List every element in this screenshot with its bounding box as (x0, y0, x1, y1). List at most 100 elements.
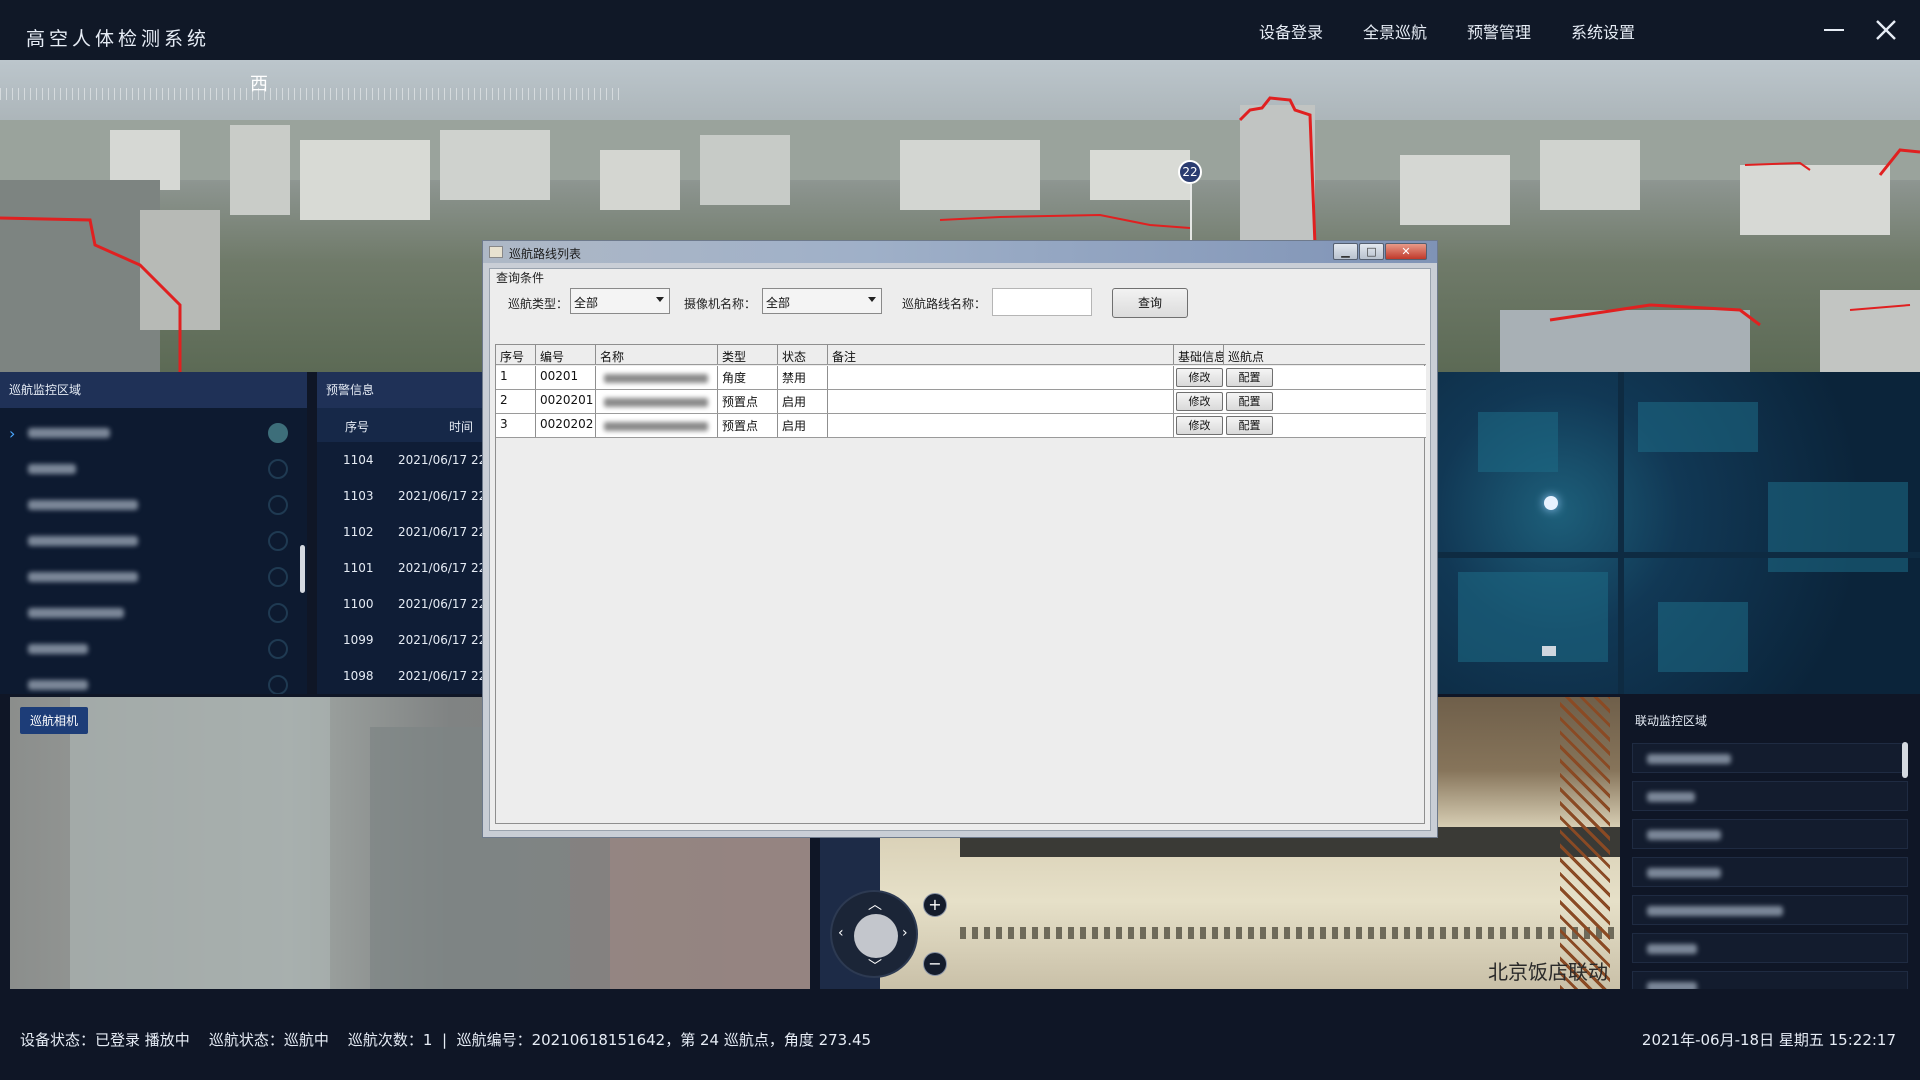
table-row[interactable]: 1 00201 角度 禁用 修改 配置 (496, 366, 1426, 390)
col-seq: 序号 (496, 345, 536, 364)
region-scrollbar[interactable] (300, 545, 305, 593)
ptz-right-icon[interactable]: › (902, 925, 908, 941)
dialog-title-bar[interactable]: 巡航路线列表 ▁ □ ✕ (483, 241, 1437, 263)
minimize-icon[interactable] (1818, 14, 1850, 46)
linkage-item[interactable] (1632, 933, 1908, 963)
col-type: 类型 (718, 345, 778, 364)
region-item[interactable] (0, 486, 307, 522)
row-config-button[interactable]: 配置 (1226, 416, 1273, 435)
linkage-name-redacted (1647, 906, 1783, 916)
camera-location-dot[interactable] (1544, 496, 1558, 510)
region-item[interactable] (0, 450, 307, 486)
linkage-item[interactable] (1632, 819, 1908, 849)
zoom-in-icon[interactable]: + (923, 893, 947, 917)
ptz-up-icon[interactable]: ︿ (868, 894, 882, 914)
row-edit-button[interactable]: 修改 (1176, 368, 1223, 387)
region-radio[interactable] (268, 567, 288, 587)
app-root: 高空人体检测系统 设备登录 全景巡航 预警管理 系统设置 西 22 巡航监控区域… (0, 0, 1920, 1080)
map-block (1458, 572, 1608, 662)
region-item[interactable] (0, 522, 307, 558)
region-name-redacted (28, 500, 138, 510)
dialog-close-button[interactable]: ✕ (1385, 243, 1427, 260)
alert-id: 1103 (343, 489, 374, 503)
ptz-knob[interactable] (854, 914, 898, 958)
map-view[interactable] (1438, 372, 1920, 694)
col-patrol-point: 巡航点 (1228, 350, 1265, 364)
region-item[interactable] (0, 630, 307, 666)
row-config-button[interactable]: 配置 (1226, 368, 1273, 387)
search-button[interactable]: 查询 (1112, 288, 1188, 318)
linkage-scrollbar[interactable] (1902, 742, 1908, 778)
app-title: 高空人体检测系统 (26, 28, 211, 50)
linkage-item[interactable] (1632, 743, 1908, 773)
video-caption: 北京饭店联动 (1488, 960, 1608, 984)
patrol-type-select[interactable]: 全部 (570, 288, 670, 314)
nav-alert-management[interactable]: 预警管理 (1467, 19, 1531, 43)
ptz-down-icon[interactable]: ﹀ (868, 956, 882, 976)
alert-row[interactable]: 1100 2021/06/17 22 (317, 586, 487, 622)
region-radio[interactable] (268, 423, 288, 443)
region-radio[interactable] (268, 639, 288, 659)
region-name-redacted (28, 572, 138, 582)
alert-row[interactable]: 1101 2021/06/17 22 (317, 550, 487, 586)
region-radio[interactable] (268, 459, 288, 479)
patrol-region-title: 巡航监控区域 (0, 372, 307, 408)
row-edit-button[interactable]: 修改 (1176, 392, 1223, 411)
table-row[interactable]: 2 0020201 预置点 启用 修改 配置 (496, 390, 1426, 414)
region-radio[interactable] (268, 603, 288, 623)
alert-row[interactable]: 1103 2021/06/17 22 (317, 478, 487, 514)
linkage-item[interactable] (1632, 971, 1908, 989)
alert-time: 2021/06/17 22 (398, 669, 487, 683)
linkage-region-panel: 联动监控区域 (1620, 697, 1920, 989)
close-icon[interactable] (1870, 14, 1902, 46)
zoom-out-icon[interactable]: − (923, 952, 947, 976)
region-item[interactable] (0, 558, 307, 594)
alert-time: 2021/06/17 22 (398, 633, 487, 647)
alert-table-header: 序号 时间 (317, 408, 487, 442)
video-building (70, 697, 330, 989)
region-radio[interactable] (268, 675, 288, 694)
nav-panorama-patrol[interactable]: 全景巡航 (1363, 19, 1427, 43)
camera-name-select[interactable]: 全部 (762, 288, 882, 314)
row-code: 0020202 (536, 414, 596, 437)
region-radio[interactable] (268, 495, 288, 515)
region-name-redacted (28, 536, 138, 546)
map-road (1438, 552, 1920, 558)
status-bar: 设备状态：已登录 播放中 巡航状态：巡航中 巡航次数：1 | 巡航编号：2021… (0, 989, 1920, 1080)
status-text: 设备状态：已登录 播放中 巡航状态：巡航中 巡航次数：1 | 巡航编号：2021… (20, 1031, 872, 1049)
video-railing (960, 927, 1620, 939)
row-config-button[interactable]: 配置 (1226, 392, 1273, 411)
region-item[interactable] (0, 594, 307, 630)
region-item[interactable]: › (0, 414, 307, 450)
linkage-item[interactable] (1632, 781, 1908, 811)
alert-row[interactable]: 1098 2021/06/17 22 (317, 658, 487, 694)
row-type: 预置点 (718, 390, 778, 413)
alert-time: 2021/06/17 22 (398, 597, 487, 611)
dialog-maximize-button[interactable]: □ (1359, 243, 1384, 260)
region-name-redacted (28, 464, 76, 474)
patrol-point-marker[interactable]: 22 (1178, 160, 1202, 184)
chevron-right-icon: › (9, 424, 16, 443)
dialog-body: 查询条件 巡航类型： 全部 摄像机名称： 全部 巡航路线名称： 查询 序号 编号… (489, 268, 1431, 831)
col-name: 名称 (596, 345, 718, 364)
dropdown-arrow-icon (868, 297, 876, 302)
alert-row[interactable]: 1099 2021/06/17 22 (317, 622, 487, 658)
route-name-input[interactable] (992, 288, 1092, 316)
table-row[interactable]: 3 0020202 预置点 启用 修改 配置 (496, 414, 1426, 438)
row-name (596, 366, 718, 389)
row-type: 角度 (718, 366, 778, 389)
ptz-control[interactable]: ︿ ﹀ ‹ › (830, 890, 918, 978)
row-edit-button[interactable]: 修改 (1176, 416, 1223, 435)
row-code: 00201 (536, 366, 596, 389)
alert-row[interactable]: 1102 2021/06/17 22 (317, 514, 487, 550)
region-radio[interactable] (268, 531, 288, 551)
linkage-item[interactable] (1632, 857, 1908, 887)
dialog-minimize-button[interactable]: ▁ (1333, 243, 1358, 260)
ptz-left-icon[interactable]: ‹ (838, 925, 844, 941)
region-item[interactable] (0, 666, 307, 694)
nav-device-login[interactable]: 设备登录 (1259, 19, 1323, 43)
linkage-item[interactable] (1632, 895, 1908, 925)
patrol-type-value: 全部 (574, 296, 599, 310)
nav-system-settings[interactable]: 系统设置 (1571, 19, 1635, 43)
alert-row[interactable]: 1104 2021/06/17 22 (317, 442, 487, 478)
